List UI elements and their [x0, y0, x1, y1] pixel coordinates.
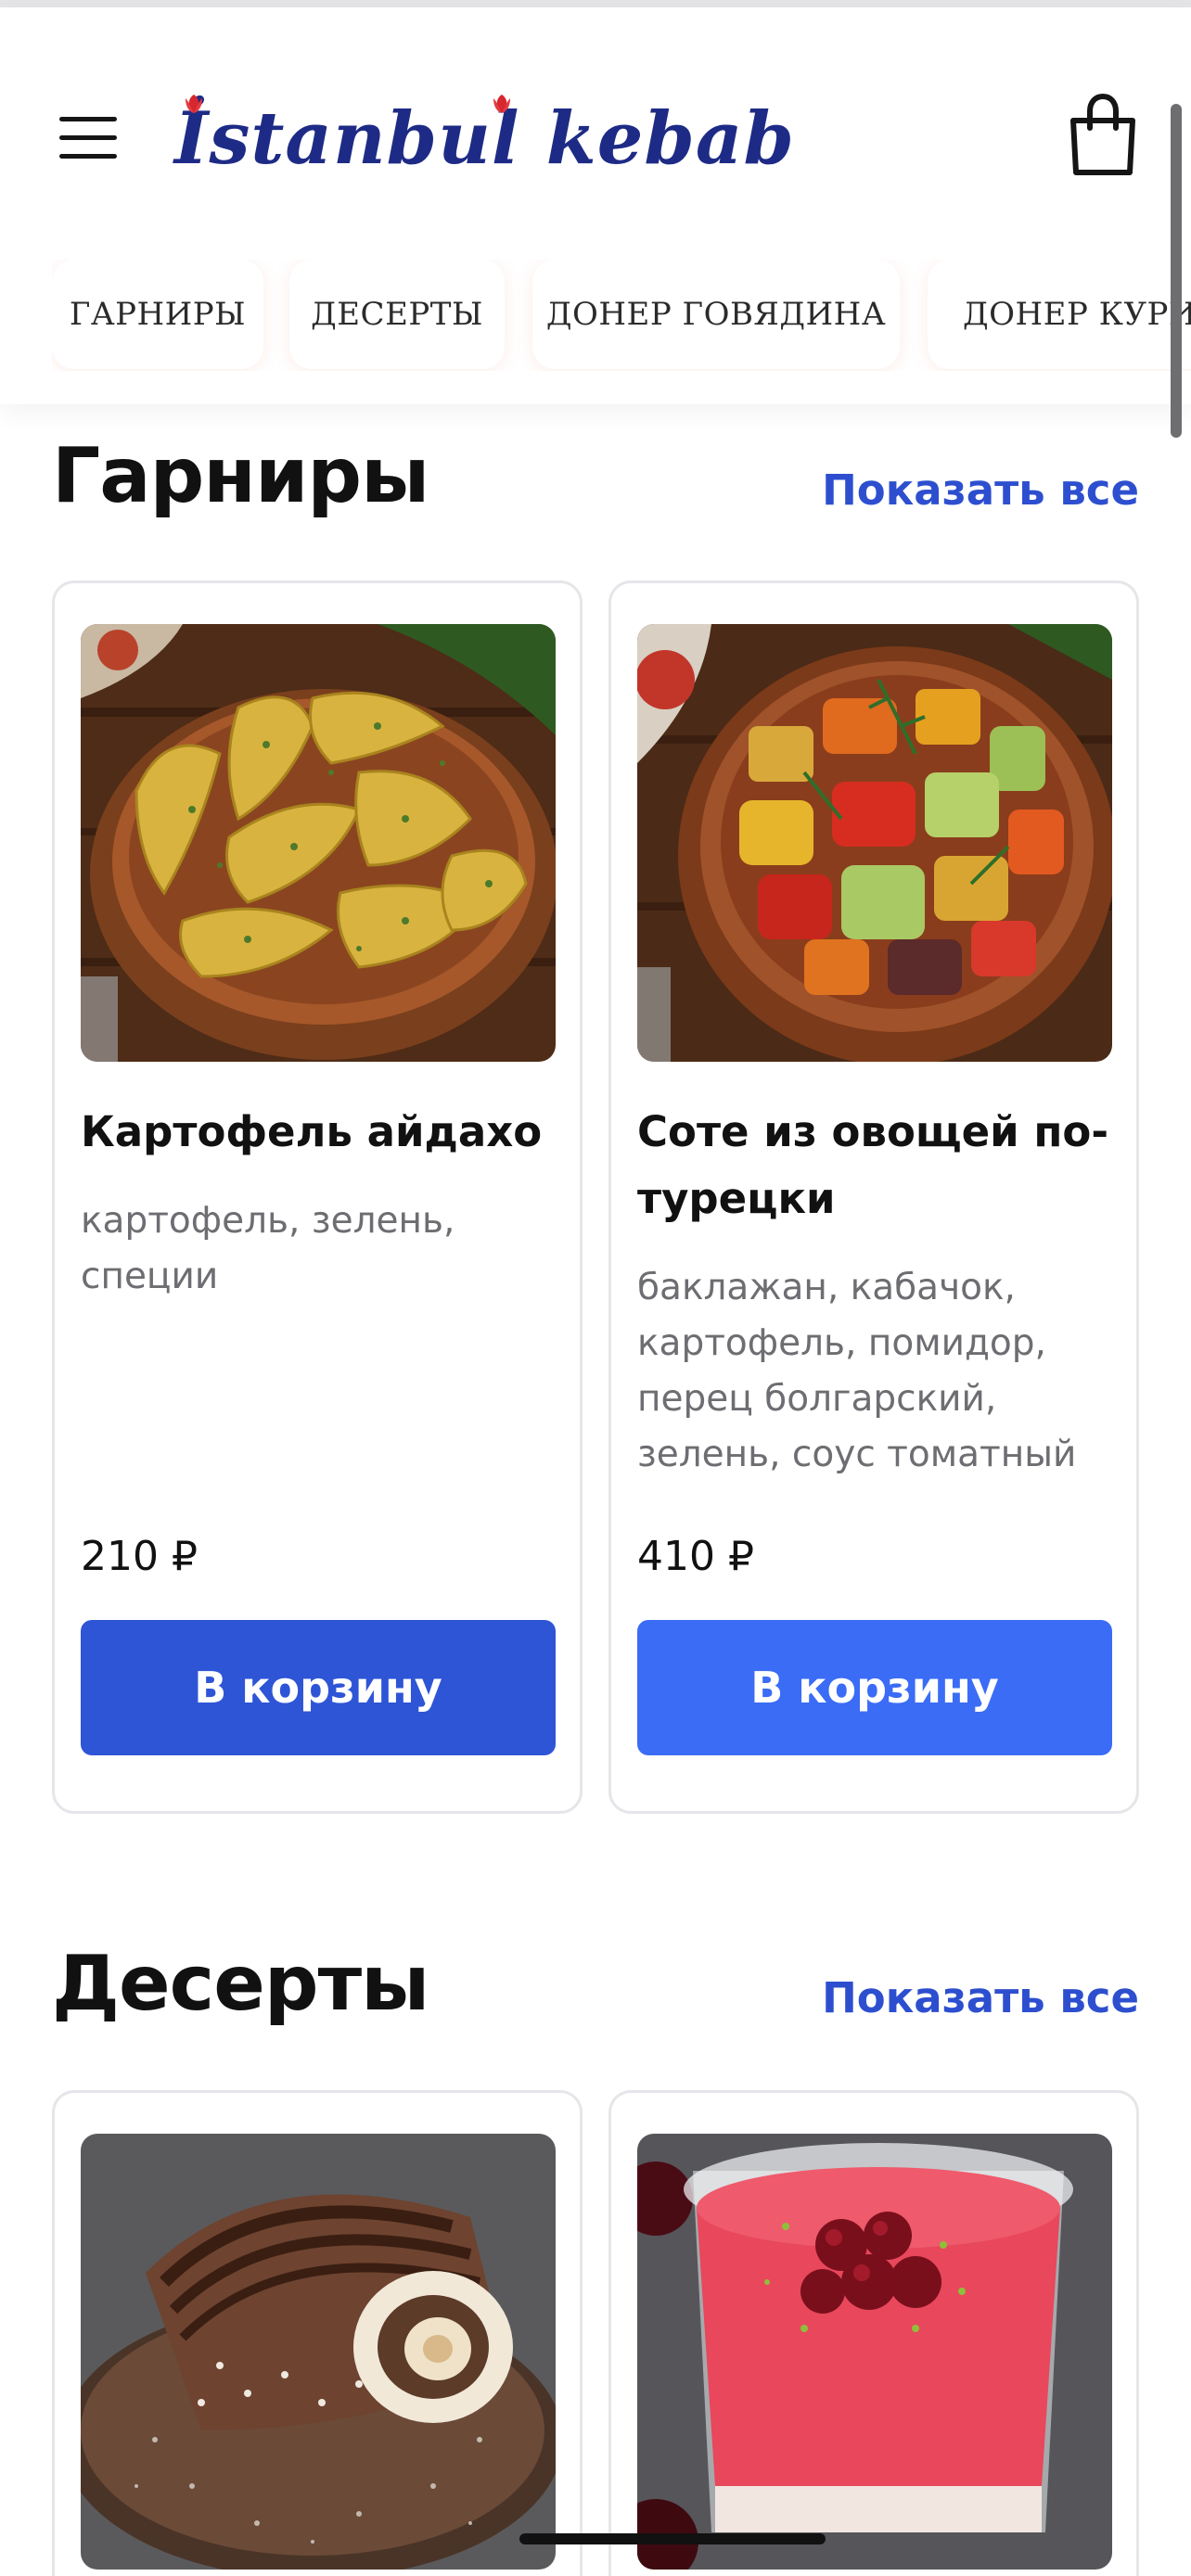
product-name: Картофель айдахо [81, 1107, 543, 1156]
cherry-mousse-photo [637, 2134, 1112, 2570]
logo-text: İstanbul kebab [174, 96, 796, 181]
tulip-icon [186, 95, 202, 113]
product-card[interactable] [608, 2090, 1139, 2576]
product-price: 410 ₽ [637, 1533, 754, 1580]
product-card[interactable]: Картофель айдахо картофель, зелень, спец… [52, 580, 583, 1814]
show-all-desserts-link[interactable]: Показать все [822, 1973, 1139, 2022]
hamburger-menu-icon[interactable] [59, 117, 117, 159]
home-indicator [519, 2533, 826, 2544]
logo[interactable]: İstanbul kebab [174, 87, 794, 189]
add-to-cart-button[interactable]: В корзину [81, 1620, 556, 1755]
status-strip [0, 0, 1191, 7]
tab-desserts[interactable]: ДЕСЕРТЫ [289, 260, 505, 369]
scrollbar[interactable] [1171, 104, 1182, 438]
header: İstanbul kebab ГАРНИРЫ ДЕСЕРТЫ ДОНЕР ГОВ… [0, 7, 1191, 404]
shopping-bag-icon[interactable] [1069, 93, 1137, 176]
add-to-cart-button[interactable]: В корзину [637, 1620, 1112, 1755]
category-tabs: ГАРНИРЫ ДЕСЕРТЫ ДОНЕР ГОВЯДИНА ДОНЕР КУР… [52, 260, 1191, 371]
page: İstanbul kebab ГАРНИРЫ ДЕСЕРТЫ ДОНЕР ГОВ… [0, 0, 1191, 2576]
tab-doner-chicken[interactable]: ДОНЕР КУРИЦА [928, 260, 1191, 369]
show-all-garnish-link[interactable]: Показать все [822, 465, 1139, 515]
product-price: 210 ₽ [81, 1533, 198, 1580]
potato-wedges-photo [81, 624, 556, 1062]
product-description: баклажан, кабачок, картофель, помидор, п… [637, 1267, 1077, 1475]
chocolate-roll-cake-photo [81, 2134, 556, 2570]
tulip-icon [493, 95, 510, 113]
section-title-garnish: Гарниры [52, 432, 429, 520]
tab-doner-beef[interactable]: ДОНЕР ГОВЯДИНА [532, 260, 900, 369]
tab-garnish[interactable]: ГАРНИРЫ [52, 260, 263, 369]
vegetable-saute-photo [637, 624, 1112, 1062]
product-description: картофель, зелень, специи [81, 1200, 455, 1297]
section-title-desserts: Десерты [52, 1940, 429, 2028]
product-card[interactable]: Соте из овощей по-турецки баклажан, каба… [608, 580, 1139, 1814]
product-name: Соте из овощей по-турецки [637, 1107, 1109, 1223]
product-card[interactable] [52, 2090, 583, 2576]
